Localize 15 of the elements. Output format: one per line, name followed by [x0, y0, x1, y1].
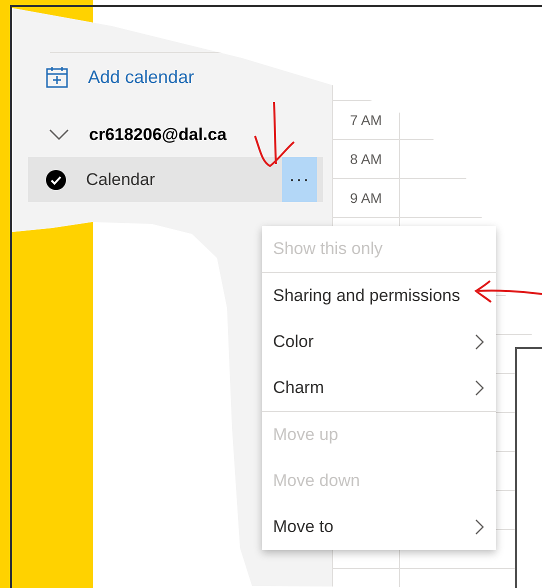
menu-item[interactable]: Move to	[262, 504, 496, 550]
menu-item[interactable]: Sharing and permissions	[262, 273, 496, 319]
menu-item[interactable]: Color	[262, 319, 496, 365]
account-group-header[interactable]: cr618206@dal.ca	[12, 113, 332, 157]
calendar-list-item[interactable]: Calendar ···	[28, 157, 323, 202]
hand-drawn-arrow	[474, 278, 542, 304]
calendar-add-icon	[46, 66, 68, 88]
more-options-button[interactable]: ···	[282, 157, 317, 202]
checked-circle-icon[interactable]	[46, 170, 66, 190]
add-calendar-link[interactable]: Add calendar	[12, 54, 332, 100]
time-label: 8 AM	[333, 140, 400, 178]
hand-drawn-arrow	[252, 100, 296, 170]
time-label: 9 AM	[333, 179, 400, 217]
time-label: 7 AM	[333, 101, 400, 139]
menu-item[interactable]: Charm	[262, 365, 496, 411]
